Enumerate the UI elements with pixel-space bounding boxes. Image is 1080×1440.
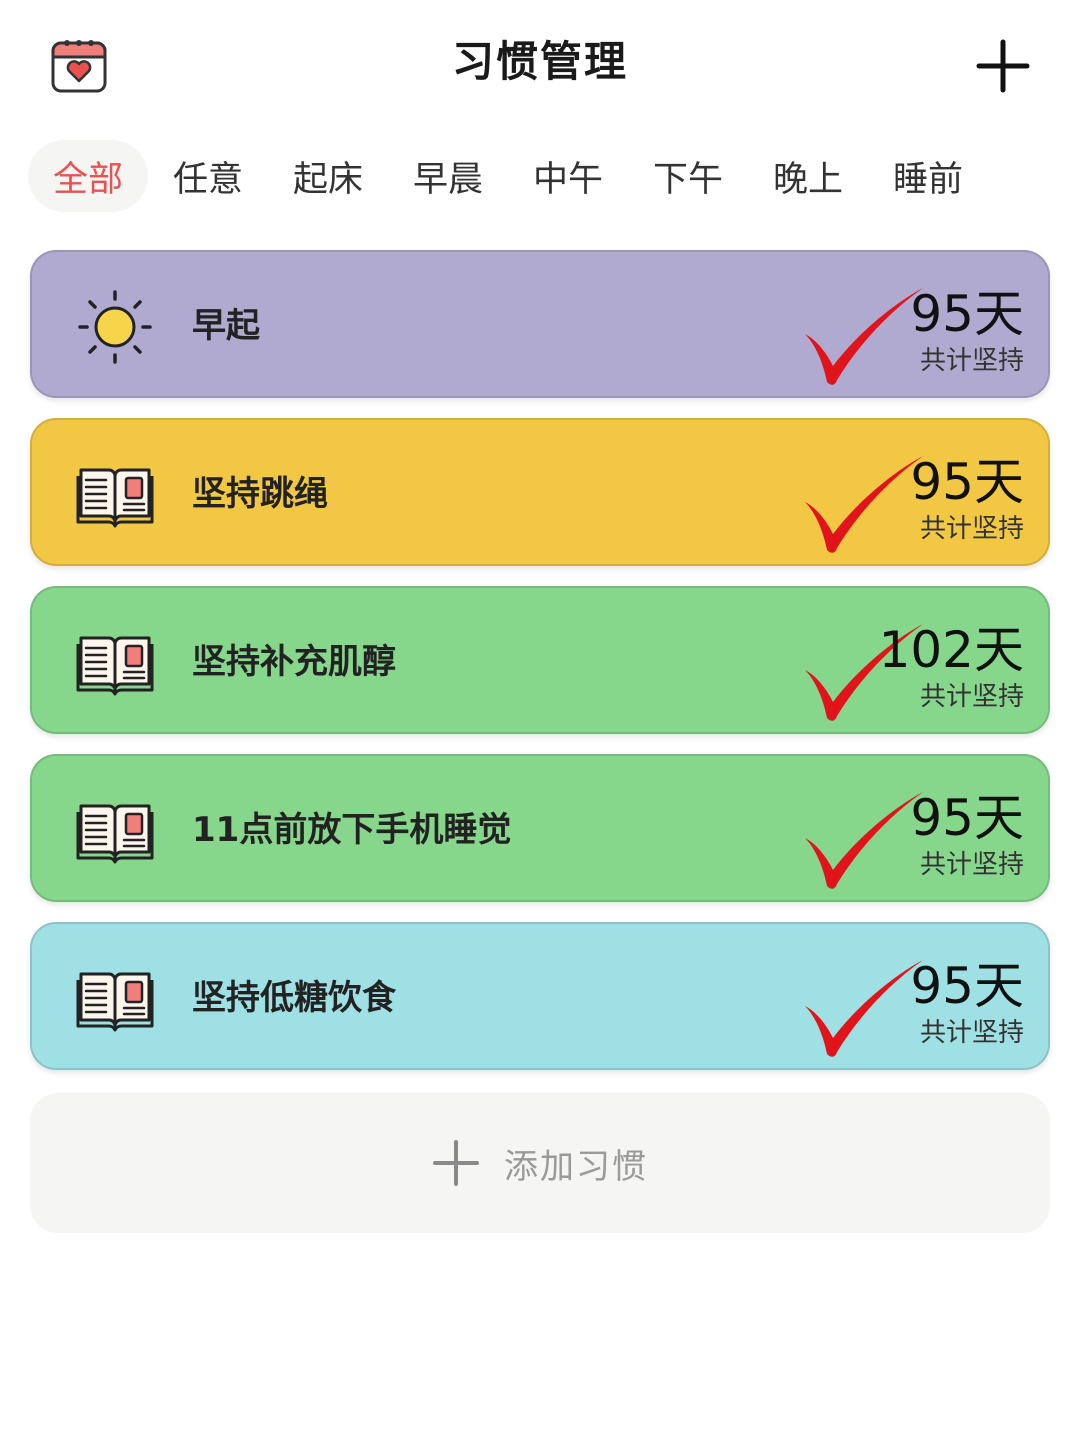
habit-days: 95天: [910, 957, 1024, 1015]
habit-days-label: 共计坚持: [919, 1018, 1024, 1048]
tab-before-sleep[interactable]: 睡前: [868, 140, 988, 212]
habit-card[interactable]: 坚持低糖饮食 95天 共计坚持: [30, 922, 1050, 1070]
plus-icon: [433, 1140, 479, 1186]
habit-name: 坚持跳绳: [192, 474, 328, 514]
habit-days-label: 共计坚持: [919, 346, 1024, 376]
habit-days: 95天: [910, 285, 1024, 343]
add-habit-button[interactable]: 添加习惯: [30, 1093, 1050, 1233]
habit-name: 坚持补充肌醇: [192, 642, 396, 682]
page-title: 习惯管理: [451, 37, 628, 86]
habit-card[interactable]: 坚持跳绳 95天 共计坚持: [30, 418, 1050, 566]
period-tabs: 全部 任意 起床 早晨 中午 下午 晚上 睡前: [28, 140, 988, 212]
plus-icon: [976, 39, 1030, 93]
tab-evening[interactable]: 晚上: [748, 140, 868, 212]
book-icon: [76, 792, 154, 870]
tab-any[interactable]: 任意: [148, 140, 268, 212]
habit-card[interactable]: 早起 95天 共计坚持: [30, 250, 1050, 398]
habit-days-label: 共计坚持: [919, 514, 1024, 544]
sun-icon: [76, 288, 154, 366]
habit-card[interactable]: 坚持补充肌醇 102天 共计坚持: [30, 586, 1050, 734]
habit-list: 早起 95天 共计坚持 坚持跳绳 95天 共计坚持 坚持补充肌醇 102天 共计…: [30, 250, 1050, 1090]
habit-days: 102天: [878, 621, 1024, 679]
book-icon: [76, 456, 154, 534]
tab-noon[interactable]: 中午: [508, 140, 628, 212]
tab-morning[interactable]: 早晨: [388, 140, 508, 212]
checkmark-icon: [797, 282, 927, 392]
tab-all[interactable]: 全部: [28, 140, 148, 212]
habit-days: 95天: [910, 789, 1024, 847]
habit-name: 坚持低糖饮食: [192, 978, 396, 1018]
habit-name: 11点前放下手机睡觉: [192, 810, 512, 850]
checkmark-icon: [797, 954, 927, 1064]
header: 习惯管理: [0, 0, 1080, 120]
checkmark-icon: [797, 786, 927, 896]
add-habit-label: 添加习惯: [504, 1146, 648, 1187]
habit-name: 早起: [192, 306, 260, 346]
book-icon: [76, 960, 154, 1038]
book-icon: [76, 624, 154, 702]
habit-days: 95天: [910, 453, 1024, 511]
tab-wake-up[interactable]: 起床: [268, 140, 388, 212]
add-habit-top-button[interactable]: [975, 38, 1031, 94]
habit-days-label: 共计坚持: [919, 850, 1024, 880]
tab-afternoon[interactable]: 下午: [628, 140, 748, 212]
habit-card[interactable]: 11点前放下手机睡觉 95天 共计坚持: [30, 754, 1050, 902]
checkmark-icon: [797, 450, 927, 560]
habit-days-label: 共计坚持: [919, 682, 1024, 712]
